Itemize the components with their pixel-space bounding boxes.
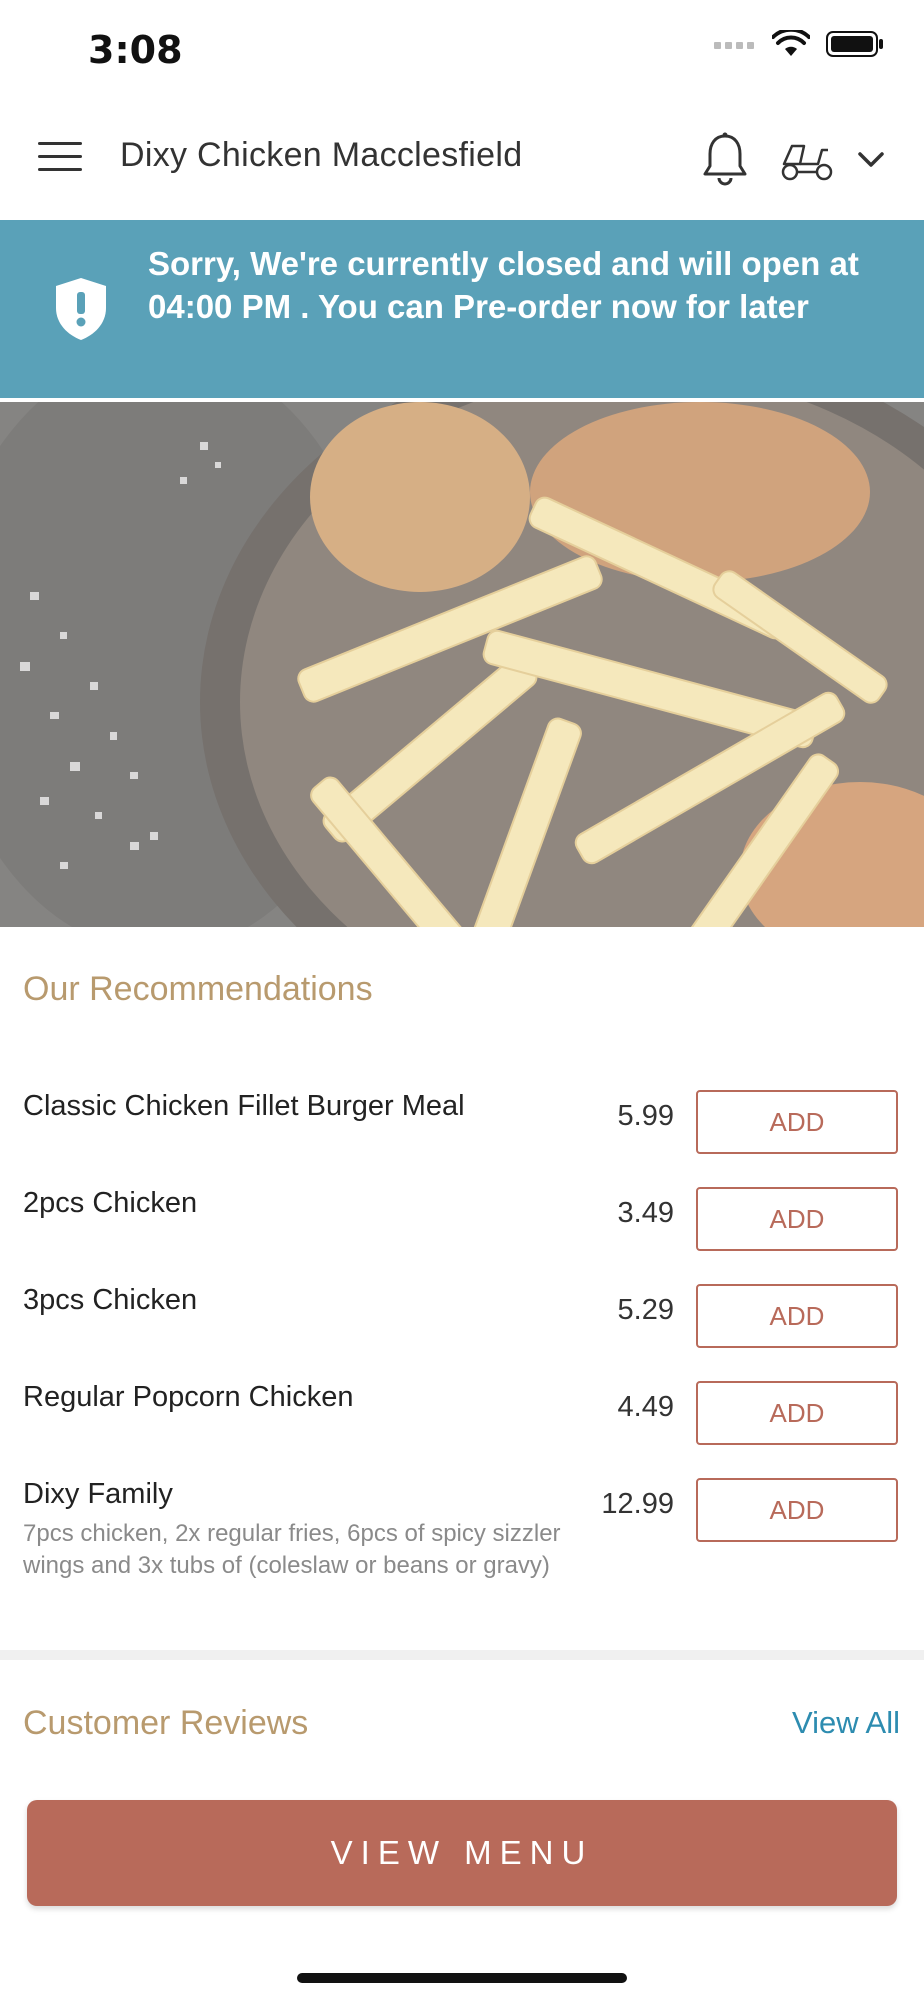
- add-button[interactable]: ADD: [696, 1478, 898, 1542]
- battery-icon: [826, 31, 883, 57]
- home-indicator: [297, 1973, 627, 1983]
- item-price: 5.29: [617, 1294, 674, 1326]
- item-price: 4.49: [617, 1391, 674, 1423]
- customer-reviews-title: Customer Reviews: [23, 1704, 309, 1742]
- closed-banner: Sorry, We're currently closed and will o…: [0, 220, 924, 398]
- add-button[interactable]: ADD: [696, 1284, 898, 1348]
- signal-icon: [714, 42, 754, 49]
- item-name: 3pcs Chicken: [23, 1284, 198, 1316]
- item-name: Regular Popcorn Chicken: [23, 1381, 354, 1413]
- recommendations-title: Our Recommendations: [23, 970, 373, 1008]
- app-header: Dixy Chicken Macclesfield: [0, 98, 924, 221]
- delivery-scooter-icon[interactable]: [778, 138, 836, 182]
- item-price: 5.99: [617, 1100, 674, 1132]
- status-time: 3:08: [88, 28, 183, 72]
- shield-alert-icon: [56, 278, 106, 340]
- add-button[interactable]: ADD: [696, 1187, 898, 1251]
- item-description: 7pcs chicken, 2x regular fries, 6pcs of …: [23, 1520, 561, 1579]
- item-price: 3.49: [617, 1197, 674, 1229]
- closed-banner-message: Sorry, We're currently closed and will o…: [148, 245, 859, 325]
- item-price: 12.99: [601, 1488, 674, 1520]
- add-button[interactable]: ADD: [696, 1381, 898, 1445]
- add-button[interactable]: ADD: [696, 1090, 898, 1154]
- chevron-down-icon[interactable]: [856, 146, 886, 174]
- store-name: Dixy Chicken Macclesfield: [120, 136, 523, 174]
- section-divider: [0, 1650, 924, 1660]
- wifi-icon: [772, 30, 810, 56]
- status-icons: [714, 30, 884, 58]
- status-bar: 3:08: [0, 0, 924, 98]
- hero-food-image: [0, 402, 924, 927]
- bell-icon[interactable]: [700, 132, 750, 186]
- item-name: Dixy Family: [23, 1478, 173, 1510]
- view-all-link[interactable]: View All: [792, 1705, 900, 1741]
- hamburger-menu-icon[interactable]: [38, 142, 82, 176]
- item-name: 2pcs Chicken: [23, 1187, 198, 1219]
- view-menu-button[interactable]: VIEW MENU: [27, 1800, 897, 1906]
- item-name: Classic Chicken Fillet Burger Meal: [23, 1090, 465, 1122]
